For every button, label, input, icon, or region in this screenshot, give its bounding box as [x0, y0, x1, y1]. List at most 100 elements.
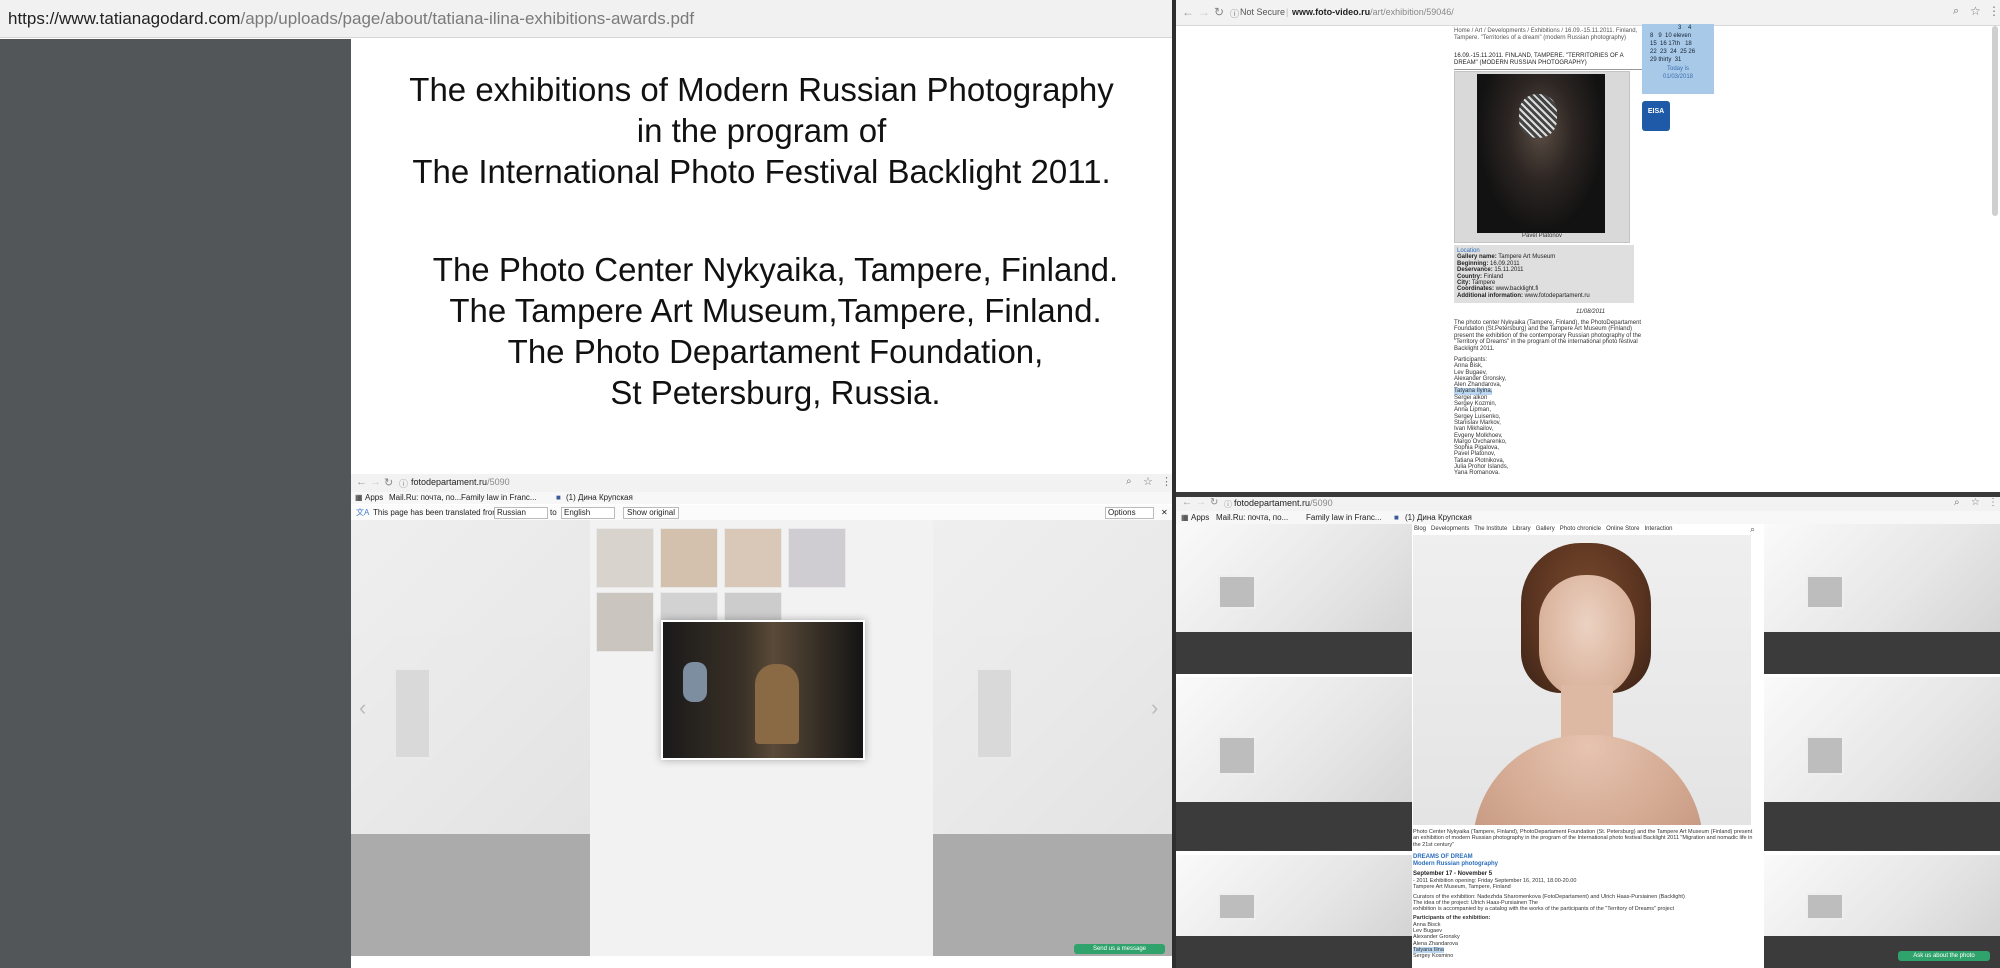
gallery-room-tile: [1176, 855, 1412, 968]
translate-bar: 文A This page has been translated from Ru…: [351, 505, 1172, 521]
reload-icon[interactable]: ↻: [1210, 497, 1218, 508]
eisa-logo[interactable]: EISA: [1642, 101, 1670, 131]
featured-portrait[interactable]: [1413, 535, 1751, 825]
gallery-thumbnail[interactable]: [596, 592, 654, 652]
site-nav-item[interactable]: Interaction: [1644, 526, 1672, 532]
site-search-icon[interactable]: ⌕: [1750, 524, 1755, 535]
bookmark-mailru[interactable]: Mail.Ru: почта, по...: [389, 492, 461, 504]
info-icon: ⓘ: [399, 479, 409, 489]
site-nav-item[interactable]: Photo chronicle: [1560, 526, 1601, 532]
site-nav-item[interactable]: Gallery: [1536, 526, 1555, 532]
lightbox-photo: [663, 622, 863, 758]
calendar-day[interactable]: 23: [1660, 49, 1667, 55]
star-icon[interactable]: ☆: [1143, 475, 1153, 488]
back-icon[interactable]: ←: [1182, 497, 1192, 508]
ask-about-photo-button[interactable]: Ask us about the photo: [1898, 951, 1990, 961]
gallery-thumbnail[interactable]: [724, 528, 782, 588]
apps-icon[interactable]: ▦: [355, 492, 363, 504]
calendar-day[interactable]: 31: [1675, 57, 1682, 63]
bookmark-apps[interactable]: Apps: [1191, 511, 1209, 524]
back-icon[interactable]: ←: [356, 476, 367, 488]
portrait-face: [1539, 575, 1635, 699]
detail-line: Tampere Art Museum, Tampere, Finland: [1413, 884, 1511, 891]
pdf-venue-line-3: The Photo Departament Foundation,: [507, 333, 1044, 370]
pdf-address-bar[interactable]: https://www.tatianagodard.com/app/upload…: [0, 0, 1172, 38]
calendar-day[interactable]: 29 thirty: [1650, 57, 1671, 63]
calendar-day[interactable]: 15: [1650, 41, 1657, 47]
bookmark-apps[interactable]: Apps: [365, 492, 383, 504]
bookmark-family-law[interactable]: Family law in Franc...: [461, 492, 537, 504]
site-nav-item[interactable]: Blog: [1414, 526, 1426, 532]
bookmark-facebook[interactable]: (1) Дина Крупская: [566, 492, 633, 504]
forward-icon[interactable]: →: [1198, 5, 1210, 19]
location-value[interactable]: www.backlight.fi: [1496, 286, 1539, 292]
detail-line: exhibition is accompanied by a catalog w…: [1413, 906, 1675, 913]
url-path: /5090: [487, 477, 510, 487]
gallery-thumbnail[interactable]: [596, 528, 654, 588]
calendar-day[interactable]: 8: [1650, 33, 1653, 39]
gallery-thumbnail[interactable]: [788, 528, 846, 588]
send-message-button[interactable]: Send us a message: [1074, 944, 1165, 954]
address-bar[interactable]: fotodepartament.ru/5090: [411, 477, 510, 487]
bookmarks-bar: ▦ Apps Mail.Ru: почта, по... Family law …: [351, 492, 1172, 504]
facebook-icon: ■: [556, 493, 561, 502]
site-nav-item[interactable]: Library: [1512, 526, 1530, 532]
reload-icon[interactable]: ↻: [1214, 5, 1224, 19]
from-language-select[interactable]: Russian: [494, 507, 548, 519]
exhibition-details: - 2011 Exhibition opening: Friday Septem…: [1413, 878, 1753, 960]
scrollbar-thumb[interactable]: [1992, 26, 1998, 216]
photo-lightbox[interactable]: [661, 620, 865, 760]
show-original-button[interactable]: Show original: [623, 507, 680, 519]
close-translate-icon[interactable]: ✕: [1161, 505, 1168, 520]
location-value[interactable]: www.fotodepartament.ru: [1525, 293, 1590, 299]
forward-icon[interactable]: →: [1196, 497, 1206, 508]
site-nav-item[interactable]: Online Store: [1606, 526, 1639, 532]
address-bar[interactable]: www.foto-video.ru/art/exhibition/59046/: [1292, 7, 1454, 17]
menu-icon[interactable]: ⋮: [1161, 475, 1172, 488]
site-nav-item[interactable]: The Institute: [1474, 526, 1507, 532]
location-value: Finland: [1483, 273, 1504, 280]
back-icon[interactable]: ←: [1182, 5, 1194, 19]
gallery-next-icon[interactable]: ›: [1151, 695, 1158, 721]
star-icon[interactable]: ☆: [1971, 497, 1980, 508]
calendar-day[interactable]: 24: [1670, 49, 1677, 55]
bookmark-family-law[interactable]: Family law in Franc...: [1306, 511, 1382, 524]
foto-video-screenshot: ← → ↻ ⓘ Not Secure | www.foto-video.ru/a…: [1176, 0, 2000, 494]
reload-icon[interactable]: ↻: [384, 476, 393, 489]
pdf-url-path: /app/uploads/page/about/tatiana-ilina-ex…: [240, 9, 695, 28]
forward-icon[interactable]: →: [370, 476, 381, 488]
zoom-icon[interactable]: ⌕: [1954, 497, 1960, 508]
calendar-day[interactable]: 22: [1650, 49, 1657, 55]
zoom-icon[interactable]: ⌕: [1126, 476, 1132, 487]
fotodepartament-screenshot-right: ← → ↻ ⓘ fotodepartament.ru/5090 ⌕ ☆ ⋮ ▦ …: [1176, 497, 2000, 968]
calendar-day[interactable]: 16 17th: [1660, 41, 1680, 47]
address-bar[interactable]: fotodepartament.ru/5090: [1234, 498, 1333, 508]
article-column: Blog Developments The Institute Library …: [1412, 524, 1764, 968]
featured-photo[interactable]: [1477, 74, 1605, 233]
exhibition-subtitle[interactable]: Modern Russian photography: [1413, 861, 1498, 867]
not-secure-label: Not Secure: [1240, 7, 1286, 17]
calendar-day[interactable]: 3: [1678, 25, 1681, 31]
apps-icon[interactable]: ▦: [1181, 511, 1189, 524]
menu-icon[interactable]: ⋮: [1988, 4, 2000, 18]
gallery-thumbnail[interactable]: [660, 528, 718, 588]
calendar-day[interactable]: 18: [1685, 41, 1692, 47]
calendar-day[interactable]: 4: [1688, 25, 1691, 31]
eisa-logo-text: EISA: [1647, 108, 1665, 115]
menu-icon[interactable]: ⋮: [1988, 497, 1998, 508]
to-language-select[interactable]: English: [561, 507, 615, 519]
calendar-day[interactable]: 10 eleven: [1665, 33, 1691, 39]
calendar-day[interactable]: 9: [1658, 33, 1661, 39]
gallery-prev-icon[interactable]: ‹: [359, 695, 366, 721]
url-host: fotodepartament.ru: [411, 477, 488, 487]
exhibition-title[interactable]: DREAMS OF DREAM: [1413, 854, 1473, 860]
translate-options-button[interactable]: Options: [1105, 507, 1154, 519]
calendar-day[interactable]: 25 26: [1680, 49, 1695, 55]
star-icon[interactable]: ☆: [1970, 4, 1981, 18]
calendar-today-date[interactable]: 01/03/2018: [1642, 73, 1714, 81]
zoom-icon[interactable]: ⌕: [1953, 5, 1959, 18]
bookmark-mailru[interactable]: Mail.Ru: почта, по...: [1216, 511, 1288, 524]
site-nav-item[interactable]: Developments: [1431, 526, 1469, 532]
article-description: The photo center Nykyaika (Tampere, Finl…: [1454, 320, 1642, 352]
bookmark-facebook[interactable]: (1) Дина Крупская: [1405, 511, 1472, 524]
